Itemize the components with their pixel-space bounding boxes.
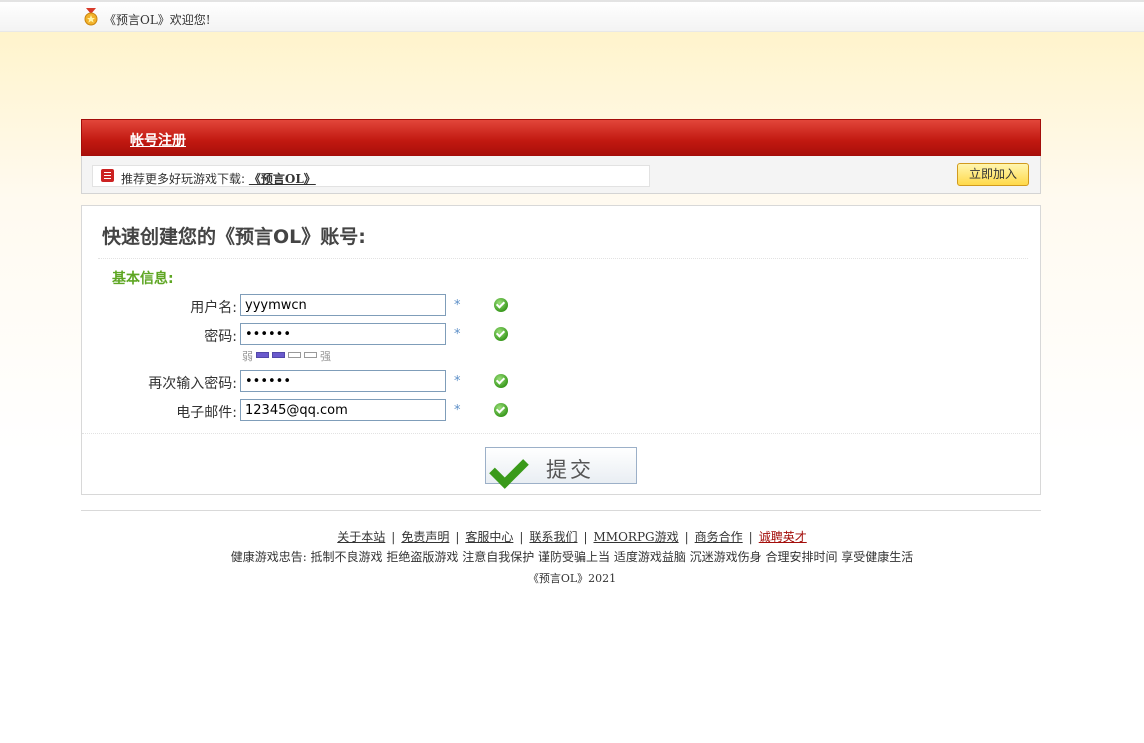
confirm-password-input[interactable] [240,370,446,392]
footer-link[interactable]: 客服中心 [465,530,513,544]
footer-links: 关于本站 | 免责声明 | 客服中心 | 联系我们 | MMORPG游戏 | 商务合作 | 诚聘英才 [0,528,1144,545]
link-separator: | [684,530,689,544]
password-label: 密码: [204,329,237,345]
submit-label: 提交 [546,458,594,482]
strength-segment [272,352,285,358]
footer-link[interactable]: 诚聘英才 [759,530,807,544]
welcome-text: 《预言OL》欢迎您! [104,13,211,27]
password-input[interactable] [240,323,446,345]
submit-button[interactable]: 提交 [485,447,637,489]
recommend-prefix: 推荐更多好玩游戏下载: [121,172,246,186]
check-icon [494,327,508,341]
recommend-game-link[interactable]: 《预言OL》 [249,172,316,186]
divider [98,258,1028,259]
link-separator: | [519,530,524,544]
top-bar: 《预言OL》欢迎您! [0,0,1144,32]
join-now-button[interactable]: 立即加入 [957,163,1029,186]
recommend-bar: 推荐更多好玩游戏下载: 《预言OL》 [81,156,1041,194]
required-mark: * [454,327,461,342]
strength-segment [304,352,317,358]
required-mark: * [454,374,461,389]
required-mark: * [454,298,461,313]
recommend-text: 推荐更多好玩游戏下载: 《预言OL》 [121,170,316,187]
required-mark: * [454,403,461,418]
link-separator: | [391,530,396,544]
link-separator: | [583,530,588,544]
email-input[interactable] [240,399,446,421]
footer-link[interactable]: 商务合作 [695,530,743,544]
medal-icon [84,8,98,26]
strength-segment [256,352,269,358]
check-icon [494,403,508,417]
strength-segment [288,352,301,358]
copyright: 《预言OL》2021 [527,572,617,585]
link-separator: | [748,530,753,544]
email-label: 电子邮件: [176,405,237,421]
section-title: 基本信息: [112,271,174,287]
link-separator: | [455,530,460,544]
confirm-password-row: 再次输入密码: * [82,370,1042,394]
footer-link[interactable]: 免责声明 [401,530,449,544]
password-row: 密码: * [82,323,1042,347]
footer-link[interactable]: 关于本站 [337,530,385,544]
username-input[interactable] [240,294,446,316]
check-icon [494,298,508,312]
check-icon [494,374,508,388]
strength-strong-label: 强 [320,350,331,363]
checkmark-icon [489,449,529,489]
footer-link[interactable]: MMORPG游戏 [594,530,679,544]
health-advice: 健康游戏忠告: 抵制不良游戏 拒绝盗版游戏 注意自我保护 谨防受骗上当 适度游戏… [230,550,914,564]
register-header: 帐号注册 [81,119,1041,156]
register-title-link[interactable]: 帐号注册 [130,130,186,150]
email-row: 电子邮件: * [82,399,1042,423]
register-form-panel: 快速创建您的《预言OL》账号: 基本信息: 用户名: * 密码: * 弱 强 再… [81,205,1041,495]
username-row: 用户名: * [82,294,1042,318]
strength-weak-label: 弱 [242,350,253,363]
username-label: 用户名: [190,300,237,316]
footer-divider [81,510,1041,511]
footer-link[interactable]: 联系我们 [529,530,577,544]
list-icon [101,169,114,182]
recommend-box: 推荐更多好玩游戏下载: 《预言OL》 [92,165,650,187]
divider [82,433,1040,434]
confirm-password-label: 再次输入密码: [148,376,237,392]
form-heading: 快速创建您的《预言OL》账号: [102,226,366,248]
